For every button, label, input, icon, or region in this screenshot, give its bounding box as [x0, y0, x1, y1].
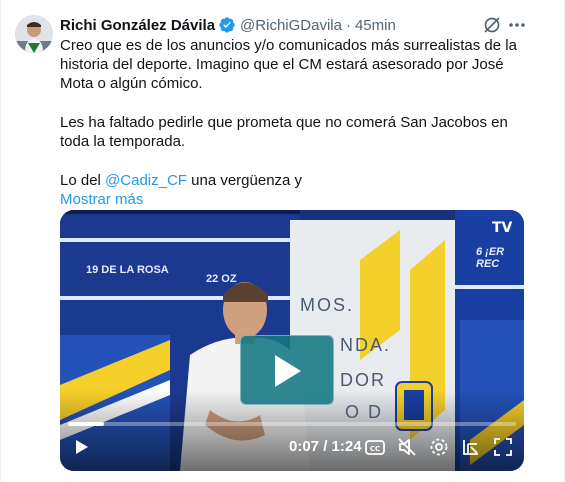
verified-badge-icon	[219, 17, 235, 33]
svg-text:CC: CC	[370, 445, 380, 453]
avatar-image	[15, 15, 53, 53]
avatar[interactable]	[15, 15, 53, 53]
scene-banner-right: 6 ¡ER REC	[476, 246, 505, 270]
more-dots-icon[interactable]	[507, 15, 527, 35]
mute-icon[interactable]	[396, 436, 418, 458]
scene-wall-line-4: O D	[345, 402, 384, 422]
author-handle[interactable]: @RichiGDavila	[240, 17, 342, 34]
video-controls: 0:07 / 1:24 CC	[60, 436, 524, 466]
scene-banner-left-2: 22 OZ	[206, 273, 237, 285]
author-name[interactable]: Richi González Dávila	[60, 17, 215, 34]
tv-watermark: TV	[492, 220, 513, 236]
captions-icon[interactable]: CC	[364, 436, 386, 458]
paragraph-3-suffix: una vergüenza y	[186, 172, 303, 189]
show-more-link[interactable]: Mostrar más	[60, 190, 530, 209]
tweet-paragraph-3: Lo del @Cadiz_CF una vergüenza y	[60, 171, 530, 190]
play-icon	[275, 355, 301, 387]
play-button-icon[interactable]	[70, 436, 92, 458]
paragraph-3-prefix: Lo del	[60, 172, 106, 189]
tweet-paragraph-2: Les ha faltado pedirle que prometa que n…	[60, 114, 508, 150]
tweet-paragraph-1: Creo que es de los anuncios y/o comunica…	[60, 37, 517, 92]
tweet-card[interactable]: Richi González Dávila @RichiGDavila · 45…	[0, 0, 565, 482]
mention-link[interactable]: @Cadiz_CF	[105, 172, 187, 189]
progress-fill	[68, 422, 104, 426]
progress-bar[interactable]	[68, 422, 516, 426]
play-overlay-button[interactable]	[240, 335, 334, 405]
fullscreen-icon[interactable]	[492, 436, 514, 458]
scene-banner-left-1: 19 DE LA ROSA	[86, 264, 169, 276]
gear-icon[interactable]	[428, 436, 450, 458]
header-separator: ·	[345, 16, 351, 34]
scene-wall-line-3: DOR	[340, 370, 386, 390]
scene-wall-line-1: MOS.	[300, 295, 355, 315]
tweet-timestamp[interactable]: 45min	[355, 17, 396, 34]
scene-wall-line-2: NDA.	[340, 335, 392, 355]
tweet-text: Creo que es de los anuncios y/o comunica…	[60, 36, 530, 209]
tweet-header: Richi González Dávila @RichiGDavila · 45…	[60, 15, 396, 35]
grok-icon[interactable]	[482, 15, 502, 35]
video-player[interactable]: 19 DE LA ROSA 22 OZ 6 ¡ER REC MOS. NDA. …	[60, 210, 524, 471]
picture-in-picture-icon[interactable]	[460, 436, 482, 458]
video-timecode: 0:07 / 1:24	[289, 438, 362, 455]
